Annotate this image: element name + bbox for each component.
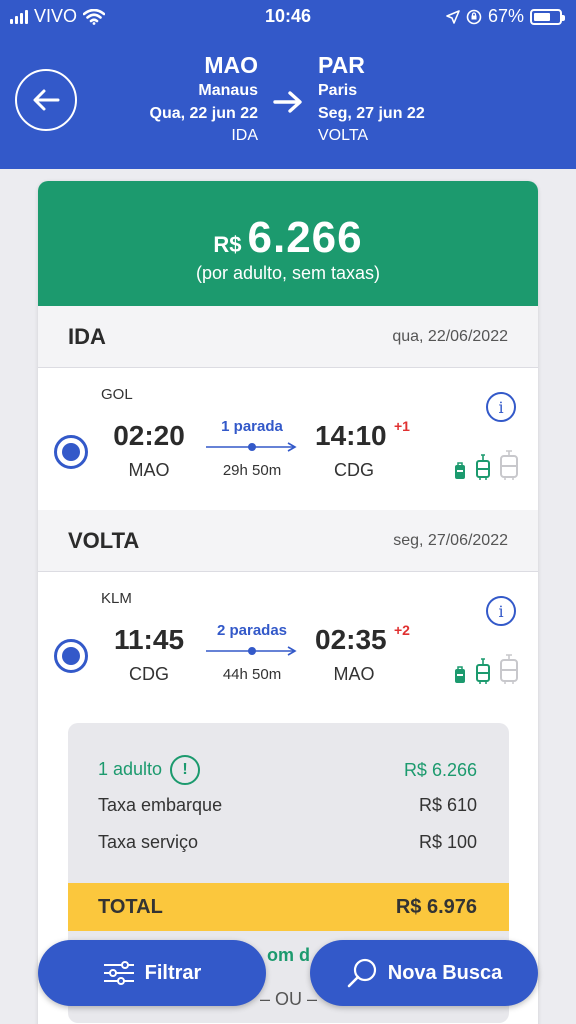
return-flight-option[interactable]: KLM 11:45 CDG 2 paradas 44h 50m 02:35 +2…: [38, 572, 538, 714]
return-arrival-time: 02:35: [315, 624, 387, 655]
info-icon[interactable]: i: [486, 596, 516, 626]
outbound-flight-option[interactable]: GOL 02:20 MAO 1 parada 29h 50m 14:10 +1 …: [38, 368, 538, 510]
origin-date: Qua, 22 jun 22: [149, 105, 258, 122]
price-row: R$ 6.266: [38, 181, 538, 263]
stop-line-icon: [206, 442, 297, 452]
route-destination: PAR Paris Seg, 27 jun 22 VOLTA: [318, 51, 425, 147]
back-button[interactable]: [15, 69, 77, 131]
return-departure-code: CDG: [129, 664, 169, 684]
outbound-date: qua, 22/06/2022: [392, 327, 508, 345]
return-duration: 44h 50m: [222, 666, 282, 683]
total-label: TOTAL: [98, 895, 163, 918]
origin-city: Manaus: [198, 82, 258, 99]
return-arrival-code: MAO: [333, 664, 375, 684]
radio-selected-dot: [62, 647, 80, 665]
baggage-icons: [454, 654, 518, 684]
service-fee-row: Taxa serviço R$ 100: [98, 832, 477, 853]
boarding-fee-label: Taxa embarque: [98, 795, 223, 815]
return-departure-time: 11:45: [113, 624, 185, 655]
origin-direction: IDA: [231, 127, 258, 144]
orientation-lock-icon: [466, 9, 482, 24]
search-icon: [347, 958, 376, 988]
personal-item-icon: [455, 462, 465, 479]
destination-code: PAR: [318, 52, 365, 78]
carry-on-bag-icon: [476, 454, 490, 480]
battery-icon: [530, 8, 565, 25]
info-icon[interactable]: i: [486, 392, 516, 422]
new-search-label: Nova Busca: [387, 961, 503, 984]
outbound-arrival-time: 14:10: [315, 420, 387, 451]
return-stops: 2 paradas: [216, 622, 288, 639]
baggage-icons: [454, 450, 518, 480]
route-origin: MAO Manaus Qua, 22 jun 22 IDA: [150, 51, 258, 147]
return-day-offset: +2: [394, 622, 410, 638]
personal-item-icon: [455, 666, 465, 683]
checked-bag-icon: [500, 654, 518, 684]
origin-code: MAO: [204, 52, 258, 78]
outbound-header: IDA qua, 22/06/2022: [38, 306, 538, 368]
arrow-left-icon: [33, 89, 60, 111]
boarding-fee-row: Taxa embarque R$ 610: [98, 795, 477, 816]
outbound-duration: 29h 50m: [222, 462, 282, 479]
outbound-departure-time: 02:20: [113, 420, 185, 451]
return-title: VOLTA: [68, 527, 140, 553]
filter-label: Filtrar: [144, 961, 202, 984]
battery-percent: 67%: [487, 6, 524, 26]
radio-selected-dot: [62, 443, 80, 461]
outbound-departure-code: MAO: [128, 460, 170, 480]
price-currency: R$: [213, 232, 242, 257]
location-icon: [446, 9, 460, 24]
outbound-stops: 1 parada: [221, 418, 283, 435]
flight-offer-card: R$ 6.266 (por adulto, sem taxas) IDA qua,…: [38, 181, 538, 1024]
price-amount: 6.266: [247, 213, 363, 262]
total-bar: TOTAL R$ 6.976: [68, 883, 509, 931]
checked-bag-icon: [500, 450, 518, 480]
price-note: (por adulto, sem taxas): [195, 263, 381, 283]
destination-city: Paris: [318, 82, 358, 99]
arrow-right-icon: [273, 91, 302, 113]
battery-level: [534, 12, 551, 21]
adults-label: 1 adulto: [98, 758, 163, 779]
outbound-day-offset: +1: [394, 418, 410, 434]
return-header: VOLTA seg, 27/06/2022: [38, 510, 538, 572]
outbound-title: IDA: [68, 323, 106, 349]
outbound-radio[interactable]: [54, 435, 88, 469]
new-search-button[interactable]: Nova Busca: [310, 940, 538, 1006]
filter-button[interactable]: Filtrar: [38, 940, 266, 1006]
outbound-arrival-code: CDG: [334, 460, 374, 480]
return-radio[interactable]: [54, 639, 88, 673]
service-fee-label: Taxa serviço: [98, 832, 199, 852]
outbound-airline: GOL: [101, 386, 133, 403]
total-value: R$ 6.976: [395, 895, 477, 918]
destination-direction: VOLTA: [318, 127, 369, 144]
return-airline: KLM: [101, 590, 132, 607]
stop-line-icon: [206, 646, 297, 656]
filter-sliders-icon: [103, 961, 134, 985]
alert-icon[interactable]: !: [170, 755, 201, 785]
route-header: MAO Manaus Qua, 22 jun 22 IDA PAR Paris …: [0, 33, 576, 169]
price-banner: R$ 6.266 (por adulto, sem taxas): [38, 181, 538, 306]
adults-label-group: 1 adulto!: [98, 755, 201, 785]
return-date: seg, 27/06/2022: [393, 531, 508, 549]
status-right: 67%: [446, 6, 565, 27]
destination-date: Seg, 27 jun 22: [318, 105, 425, 122]
adults-row: 1 adulto! R$ 6.266: [98, 755, 477, 785]
carry-on-bag-icon: [476, 658, 490, 684]
boarding-fee-value: R$ 610: [418, 795, 477, 815]
adults-value: R$ 6.266: [403, 759, 477, 780]
status-bar: VIVO 10:46 67%: [0, 0, 576, 33]
service-fee-value: R$ 100: [418, 832, 477, 852]
